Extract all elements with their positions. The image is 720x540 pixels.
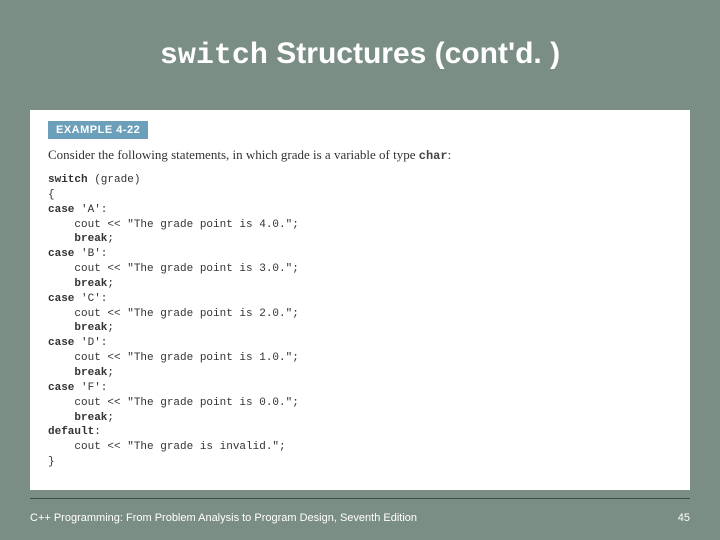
footer-bar: C++ Programming: From Problem Analysis t… [0,490,720,540]
intro-text: Consider the following statements, in wh… [48,147,672,163]
example-badge: EXAMPLE 4-22 [48,121,148,139]
intro-prefix: Consider the following statements, in wh… [48,147,419,162]
footer-text: C++ Programming: From Problem Analysis t… [30,512,417,524]
title-mono-part: switch [160,39,268,73]
title-rest: Structures (cont'd. ) [268,37,560,70]
slide-title-bar: switch Structures (cont'd. ) [0,0,720,110]
intro-suffix: : [448,147,452,162]
footer-rule [30,498,690,499]
page-number: 45 [678,512,690,524]
slide-title: switch Structures (cont'd. ) [160,37,560,73]
code-block: switch (grade) { case 'A': cout << "The … [48,173,672,470]
intro-type: char [419,149,448,163]
content-area: EXAMPLE 4-22 Consider the following stat… [30,110,690,490]
